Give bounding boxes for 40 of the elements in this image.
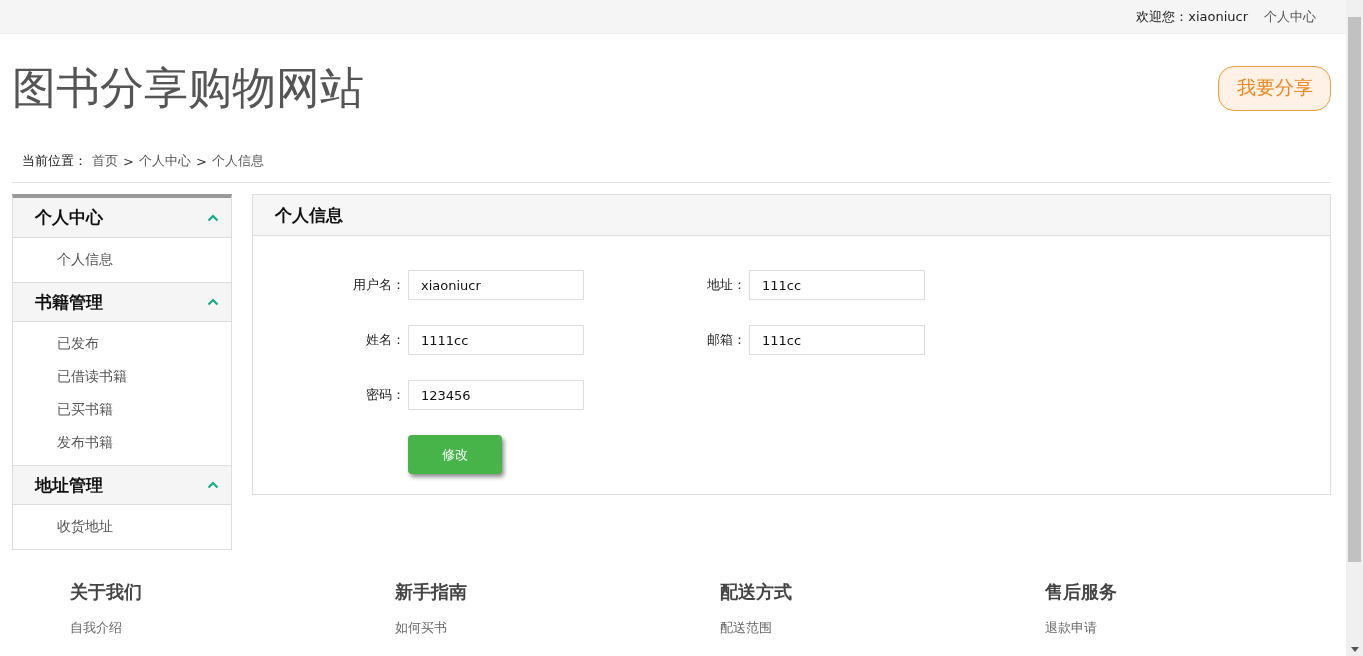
sidebar-group-header[interactable]: 地址管理: [13, 465, 231, 505]
footer-heading: 关于我们: [70, 580, 143, 604]
input-field[interactable]: xiaoniucr: [408, 270, 584, 300]
sidebar-group-header[interactable]: 个人中心: [13, 198, 231, 238]
breadcrumb-separator: >: [195, 153, 207, 169]
sidebar-item[interactable]: 已发布: [13, 327, 231, 360]
breadcrumb-label: 当前位置：: [22, 152, 87, 170]
input-field[interactable]: 111cc: [749, 325, 925, 355]
site-title: 图书分享购物网站: [12, 60, 364, 115]
field-label: 密码：: [366, 386, 405, 404]
input-field[interactable]: 111cc: [749, 270, 925, 300]
field-label: 用户名：: [353, 276, 405, 294]
breadcrumb-separator: >: [123, 153, 134, 169]
scrollbar-thumb[interactable]: [1348, 17, 1361, 562]
sidebar-item[interactable]: 已借读书籍: [13, 360, 231, 393]
scroll-down-icon[interactable]: [1350, 647, 1359, 652]
footer-heading: 售后服务: [1045, 580, 1118, 604]
footer-link[interactable]: 退款申请: [1045, 619, 1363, 637]
field-label: 地址：: [707, 276, 746, 294]
field-label: 邮箱：: [707, 331, 746, 349]
sidebar-item[interactable]: 收货地址: [13, 510, 231, 543]
welcome-text: 欢迎您：xiaoniucr: [1136, 7, 1248, 26]
sidebar-item[interactable]: 发布书籍: [13, 426, 231, 459]
footer-link[interactable]: 配送范围: [720, 619, 1045, 637]
input-field[interactable]: 123456: [408, 380, 584, 410]
panel-title: 个人信息: [275, 203, 343, 227]
sidebar-item[interactable]: 个人信息: [13, 243, 231, 276]
footer-link[interactable]: 如何买书: [395, 619, 720, 637]
breadcrumb-link[interactable]: 个人中心: [138, 152, 191, 170]
field-label: 姓名：: [366, 331, 405, 349]
sidebar-item[interactable]: 已买书籍: [13, 393, 231, 426]
user-center-link[interactable]: 个人中心: [1264, 7, 1316, 26]
footer-link[interactable]: 自我介绍: [70, 619, 395, 637]
scrollbar[interactable]: [1346, 0, 1363, 656]
breadcrumb-link[interactable]: 个人信息: [211, 152, 264, 170]
sidebar-group-header[interactable]: 书籍管理: [13, 282, 231, 322]
breadcrumb-link[interactable]: 首页: [92, 152, 118, 170]
footer-heading: 新手指南: [395, 580, 468, 604]
input-field[interactable]: 1111cc: [408, 325, 584, 355]
footer-heading: 配送方式: [720, 580, 793, 604]
